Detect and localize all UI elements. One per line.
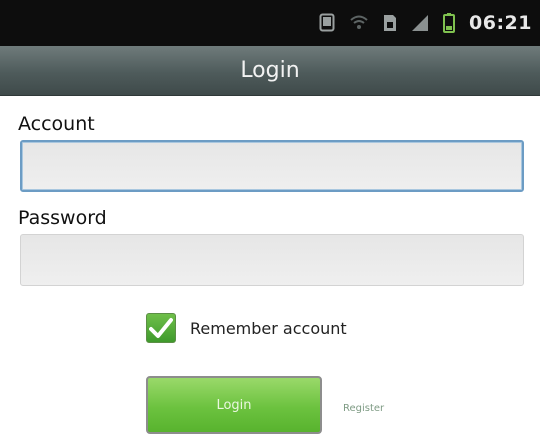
title-bar: Login <box>0 46 540 96</box>
remember-account-row[interactable]: Remember account <box>146 313 347 343</box>
remember-account-label: Remember account <box>190 318 347 338</box>
remember-account-checkbox[interactable] <box>146 313 176 343</box>
wifi-icon <box>349 14 369 32</box>
page-title: Login <box>240 58 300 83</box>
tablet-icon <box>319 13 335 33</box>
password-label: Password <box>18 207 107 229</box>
checkmark-icon <box>149 318 173 338</box>
login-button[interactable]: Login <box>146 376 322 434</box>
register-link[interactable]: Register <box>343 403 384 414</box>
status-bar: 06:21 <box>0 0 540 46</box>
battery-icon <box>443 13 456 33</box>
password-input[interactable] <box>20 234 524 286</box>
signal-icon <box>411 14 429 32</box>
account-label: Account <box>18 113 95 135</box>
status-time: 06:21 <box>469 12 532 34</box>
sim-card-icon <box>383 14 397 32</box>
account-input[interactable] <box>20 140 524 192</box>
